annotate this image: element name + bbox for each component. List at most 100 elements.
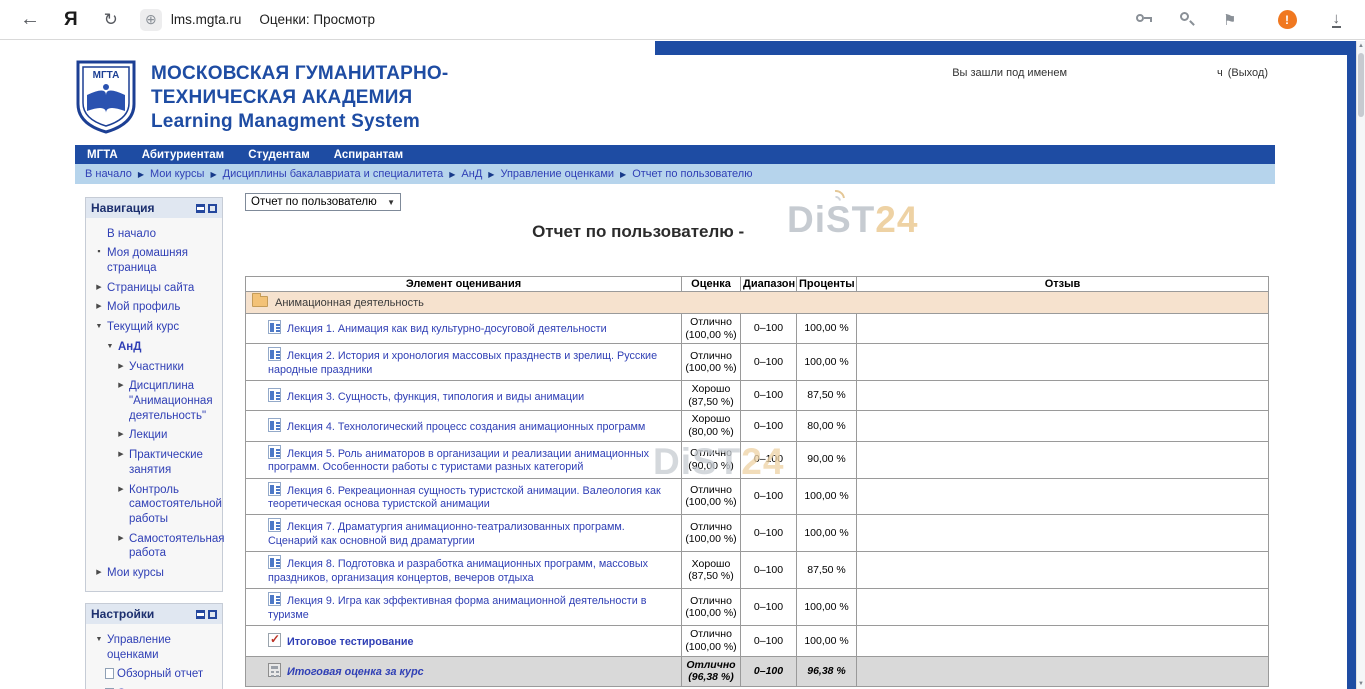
sidebar-item[interactable]: ▶Самостоятельная работа: [92, 529, 219, 563]
dock-block-icon[interactable]: [196, 610, 205, 619]
logout-link[interactable]: (Выход): [1228, 67, 1268, 79]
nav-item-0[interactable]: МГТА: [87, 149, 118, 161]
expand-icon[interactable]: ▶: [116, 451, 126, 460]
sidebar-link[interactable]: Моя домашняя страница: [107, 246, 219, 275]
grade-cell: Хорошо(80,00 %): [682, 411, 741, 441]
sidebar-item[interactable]: ▶Участники: [92, 357, 219, 377]
breadcrumb-item[interactable]: Управление оценками: [500, 168, 614, 180]
sidebar-link[interactable]: Мой профиль: [107, 300, 180, 315]
collapse-icon[interactable]: ▼: [94, 636, 104, 645]
expand-icon[interactable]: ▶: [94, 303, 104, 312]
breadcrumb-item[interactable]: В начало: [85, 168, 132, 180]
key-icon[interactable]: [1136, 13, 1153, 26]
yandex-browser-icon[interactable]: Я: [64, 9, 78, 31]
collapse-block-icon[interactable]: [208, 610, 217, 619]
grade-item-link[interactable]: Лекция 2. История и хронология массовых …: [268, 350, 657, 375]
sidebar-link[interactable]: Практические занятия: [129, 448, 219, 477]
percent-cell: 100,00 %: [797, 515, 857, 552]
grade-item-row: Лекция 1. Анимация как вид культурно-дос…: [246, 314, 1269, 344]
range-cell: 0–100: [741, 626, 797, 656]
grade-item-link[interactable]: Лекция 4. Технологический процесс создан…: [287, 421, 645, 433]
sidebar-item[interactable]: ▼АнД: [92, 337, 219, 357]
range-cell: 0–100: [741, 515, 797, 552]
breadcrumb-item[interactable]: Мои курсы: [150, 168, 204, 180]
sidebar-link[interactable]: АнД: [118, 340, 141, 355]
sidebar: Навигация В начало▪Моя домашняя страница…: [85, 197, 223, 689]
refresh-icon[interactable]: ↻: [104, 10, 118, 30]
site-info-button[interactable]: ⊕: [140, 9, 162, 31]
grade-item-link[interactable]: Лекция 7. Драматургия анимационно-театра…: [268, 521, 625, 546]
sidebar-item[interactable]: Отчет по пользователю: [92, 685, 219, 689]
expand-icon[interactable]: ▶: [116, 486, 126, 495]
expand-icon[interactable]: ▶: [94, 284, 104, 293]
nav-item-3[interactable]: Аспирантам: [334, 149, 403, 161]
grade-item-link[interactable]: Лекция 6. Рекреационная сущность туристс…: [268, 485, 661, 510]
report-type-select[interactable]: Отчет по пользователю ▼: [245, 193, 401, 211]
range-cell: 0–100: [741, 411, 797, 441]
sidebar-link[interactable]: Обзорный отчет: [117, 667, 203, 682]
bookmark-flag-icon[interactable]: ⚑: [1223, 11, 1236, 29]
mgta-logo-icon: МГТА: [75, 59, 137, 135]
grade-item-row: Лекция 3. Сущность, функция, типология и…: [246, 381, 1269, 411]
feedback-cell: [857, 478, 1269, 515]
sidebar-link[interactable]: Контроль самостоятельной работы: [129, 483, 222, 527]
grade-item-link[interactable]: Итоговое тестирование: [287, 636, 413, 648]
sidebar-link[interactable]: Самостоятельная работа: [129, 532, 224, 561]
lesson-icon: [268, 555, 281, 569]
grade-item-link[interactable]: Лекция 5. Роль аниматоров в организации …: [268, 448, 649, 473]
grade-item-link[interactable]: Лекция 3. Сущность, функция, типология и…: [287, 391, 584, 403]
notification-icon[interactable]: [1278, 10, 1297, 29]
nav-item-1[interactable]: Абитуриентам: [142, 149, 224, 161]
login-prefix: Вы зашли под именем: [952, 67, 1067, 79]
breadcrumb-item[interactable]: Отчет по пользователю: [632, 168, 752, 180]
scroll-up-icon[interactable]: ▲: [1357, 43, 1365, 49]
breadcrumb-item[interactable]: АнД: [461, 168, 482, 180]
sidebar-item[interactable]: ▶Практические занятия: [92, 446, 219, 480]
sidebar-link[interactable]: Лекции: [129, 428, 167, 443]
sidebar-item[interactable]: ▶Страницы сайта: [92, 278, 219, 298]
sidebar-item[interactable]: ▶Мой профиль: [92, 298, 219, 318]
sidebar-link[interactable]: Мои курсы: [107, 566, 164, 581]
scrollbar-thumb[interactable]: [1358, 53, 1364, 117]
address-url[interactable]: lms.mgta.ru: [171, 12, 242, 27]
sidebar-link[interactable]: Дисциплина "Анимационная деятельность": [129, 379, 219, 423]
collapse-block-icon[interactable]: [208, 204, 217, 213]
expand-icon[interactable]: ▶: [94, 569, 104, 578]
sidebar-item[interactable]: ▶Лекции: [92, 426, 219, 446]
collapse-icon[interactable]: ▼: [105, 343, 115, 352]
back-icon[interactable]: ←: [20, 8, 40, 31]
sidebar-item[interactable]: ▪Моя домашняя страница: [92, 244, 219, 278]
sidebar-item[interactable]: ▼Текущий курс: [92, 318, 219, 338]
download-icon[interactable]: ↓: [1332, 12, 1342, 28]
search-icon[interactable]: [1180, 12, 1196, 27]
sidebar-item[interactable]: ▶Контроль самостоятельной работы: [92, 480, 219, 529]
grade-item-link[interactable]: Лекция 9. Игра как эффективная форма ани…: [268, 595, 646, 620]
sidebar-link[interactable]: Текущий курс: [107, 320, 179, 335]
grade-cell: Отлично(100,00 %): [682, 626, 741, 656]
scroll-down-icon[interactable]: ▼: [1357, 681, 1365, 687]
expand-icon[interactable]: ▶: [116, 431, 126, 440]
collapse-icon[interactable]: ▼: [94, 323, 104, 332]
dock-block-icon[interactable]: [196, 204, 205, 213]
sidebar-item[interactable]: ▼Управление оценками: [92, 630, 219, 664]
column-header: Диапазон: [741, 277, 797, 292]
expand-icon[interactable]: ▶: [116, 535, 126, 544]
sidebar-item[interactable]: Обзорный отчет: [92, 665, 219, 685]
range-cell: 0–100: [741, 314, 797, 344]
column-header: Элемент оценивания: [246, 277, 682, 292]
sidebar-link[interactable]: Управление оценками: [107, 633, 219, 662]
grade-item-row: Лекция 5. Роль аниматоров в организации …: [246, 441, 1269, 478]
range-cell: 0–100: [741, 344, 797, 381]
grade-cell: Отлично(100,00 %): [682, 478, 741, 515]
sidebar-link[interactable]: Участники: [129, 360, 184, 375]
expand-icon[interactable]: ▶: [116, 382, 126, 391]
grade-item-link[interactable]: Лекция 8. Подготовка и разработка анимац…: [268, 558, 648, 583]
expand-icon[interactable]: ▶: [116, 363, 126, 372]
vertical-scrollbar[interactable]: ▲ ▼: [1356, 41, 1365, 689]
breadcrumb-item[interactable]: Дисциплины бакалавриата и специалитета: [223, 168, 444, 180]
grade-item-link[interactable]: Лекция 1. Анимация как вид культурно-дос…: [287, 323, 607, 335]
sidebar-link[interactable]: Страницы сайта: [107, 281, 194, 296]
nav-item-2[interactable]: Студентам: [248, 149, 310, 161]
sidebar-item[interactable]: ▶Мои курсы: [92, 564, 219, 584]
sidebar-item[interactable]: ▶Дисциплина "Анимационная деятельность": [92, 377, 219, 426]
